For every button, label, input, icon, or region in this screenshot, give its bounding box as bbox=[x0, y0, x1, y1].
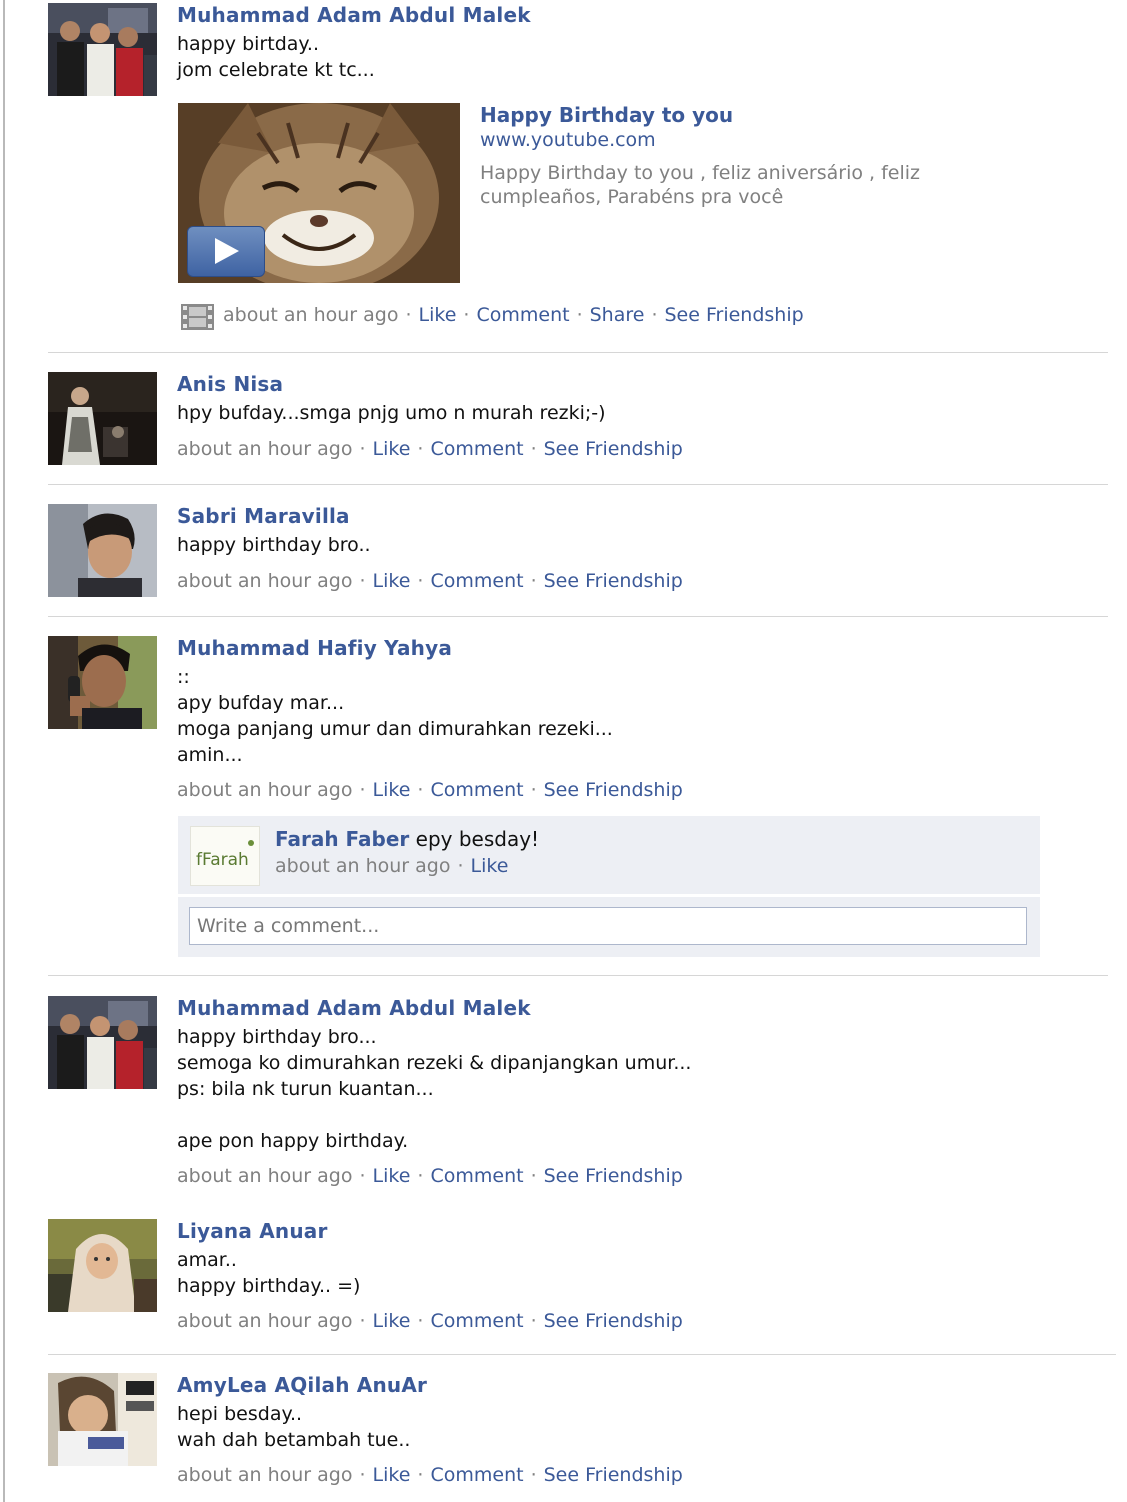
link-preview-title[interactable]: Happy Birthday to you bbox=[480, 103, 733, 127]
comment-link[interactable]: Comment bbox=[430, 1165, 523, 1187]
post-timestamp: about an hour ago bbox=[177, 1310, 353, 1332]
post-author-name[interactable]: Liyana Anuar bbox=[177, 1219, 328, 1243]
comment-body: Farah Faber epy besday! bbox=[275, 827, 539, 851]
post-divider bbox=[48, 616, 1108, 617]
link-preview-description: Happy Birthday to you , feliz aniversári… bbox=[480, 162, 921, 184]
comment-author-name[interactable]: Farah Faber bbox=[275, 827, 409, 851]
post-divider bbox=[48, 352, 1108, 353]
post-divider bbox=[48, 1354, 1116, 1355]
post-divider bbox=[48, 484, 1108, 485]
post-meta: about an hour ago · Like · Comment · Share · See… bbox=[223, 304, 804, 326]
post-meta: about an hour ago · Like · Comment · See Frien… bbox=[177, 779, 683, 801]
post-text-line: happy birthday bro... bbox=[177, 1026, 377, 1048]
video-thumbnail[interactable] bbox=[178, 103, 460, 283]
post-meta: about an hour ago · Like · Comment · See Frien… bbox=[177, 1310, 683, 1332]
comment-input[interactable] bbox=[189, 907, 1027, 945]
like-link[interactable]: Like bbox=[373, 1165, 411, 1187]
post-timestamp: about an hour ago bbox=[177, 438, 353, 460]
post-meta: about an hour ago · Like · Comment · See Frien… bbox=[177, 1464, 683, 1486]
post-timestamp: about an hour ago bbox=[177, 1464, 353, 1486]
see-friendship-link[interactable]: See Friendship bbox=[544, 1464, 683, 1486]
post-text-line: amar.. bbox=[177, 1249, 237, 1271]
play-button[interactable] bbox=[187, 226, 265, 277]
svg-text:fFarah: fFarah bbox=[196, 850, 249, 870]
like-link[interactable]: Like bbox=[373, 1310, 411, 1332]
post-text-line: moga panjang umur dan dimurahkan rezeki.… bbox=[177, 718, 613, 740]
post-text-line: happy birthday.. =) bbox=[177, 1275, 361, 1297]
comment-link[interactable]: Comment bbox=[430, 438, 523, 460]
post-author-name[interactable]: AmyLea AQilah AnuAr bbox=[177, 1373, 427, 1397]
avatar[interactable] bbox=[48, 996, 157, 1089]
post-text-line: hpy bufday...smga pnjg umo n murah rezki… bbox=[177, 402, 606, 424]
post-text-line: happy birthday bro.. bbox=[177, 534, 371, 556]
post-meta: about an hour ago · Like · Comment · See Frien… bbox=[177, 438, 683, 460]
see-friendship-link[interactable]: See Friendship bbox=[665, 304, 804, 326]
post-timestamp: about an hour ago bbox=[177, 779, 353, 801]
post-text-line: semoga ko dimurahkan rezeki & dipanjangk… bbox=[177, 1052, 692, 1074]
comment-text: epy besday! bbox=[415, 827, 540, 851]
post-text-line: happy birtday.. bbox=[177, 33, 320, 55]
share-link[interactable]: Share bbox=[590, 304, 645, 326]
left-border bbox=[3, 0, 5, 1502]
link-preview-description: cumpleaños, Parabéns pra você bbox=[480, 186, 784, 208]
comment-timestamp: about an hour ago bbox=[275, 855, 451, 877]
comment-avatar[interactable]: fFarah bbox=[190, 826, 260, 886]
comment-link[interactable]: Comment bbox=[430, 779, 523, 801]
post-text-line: apy bufday mar... bbox=[177, 692, 345, 714]
see-friendship-link[interactable]: See Friendship bbox=[544, 438, 683, 460]
like-link[interactable]: Like bbox=[373, 570, 411, 592]
post-author-name[interactable]: Anis Nisa bbox=[177, 372, 283, 396]
post-author-name[interactable]: Muhammad Hafiy Yahya bbox=[177, 636, 452, 660]
post-text-line: ps: bila nk turun kuantan... bbox=[177, 1078, 434, 1100]
post-author-name[interactable]: Muhammad Adam Abdul Malek bbox=[177, 996, 531, 1020]
post-timestamp: about an hour ago bbox=[223, 304, 399, 326]
link-preview-domain[interactable]: www.youtube.com bbox=[480, 129, 656, 151]
comment-like-link[interactable]: Like bbox=[471, 855, 509, 877]
see-friendship-link[interactable]: See Friendship bbox=[544, 1310, 683, 1332]
post-meta: about an hour ago · Like · Comment · See Frien… bbox=[177, 1165, 683, 1187]
post-timestamp: about an hour ago bbox=[177, 570, 353, 592]
see-friendship-link[interactable]: See Friendship bbox=[544, 1165, 683, 1187]
post-author-name[interactable]: Sabri Maravilla bbox=[177, 504, 350, 528]
avatar[interactable] bbox=[48, 504, 157, 597]
like-link[interactable]: Like bbox=[373, 1464, 411, 1486]
see-friendship-link[interactable]: See Friendship bbox=[544, 570, 683, 592]
avatar[interactable] bbox=[48, 1373, 157, 1466]
avatar[interactable] bbox=[48, 372, 157, 465]
like-link[interactable]: Like bbox=[373, 779, 411, 801]
post-text-line: wah dah betambah tue.. bbox=[177, 1429, 411, 1451]
post-author-name[interactable]: Muhammad Adam Abdul Malek bbox=[177, 3, 531, 27]
play-icon bbox=[215, 238, 239, 264]
comment-link[interactable]: Comment bbox=[476, 304, 569, 326]
avatar[interactable] bbox=[48, 3, 157, 96]
like-link[interactable]: Like bbox=[419, 304, 457, 326]
post-text-line: hepi besday.. bbox=[177, 1403, 303, 1425]
like-link[interactable]: Like bbox=[373, 438, 411, 460]
see-friendship-link[interactable]: See Friendship bbox=[544, 779, 683, 801]
avatar[interactable] bbox=[48, 1219, 157, 1312]
avatar[interactable] bbox=[48, 636, 157, 729]
post-text-line: jom celebrate kt tc... bbox=[177, 59, 375, 81]
comment-link[interactable]: Comment bbox=[430, 570, 523, 592]
video-icon bbox=[181, 304, 214, 330]
post-timestamp: about an hour ago bbox=[177, 1165, 353, 1187]
comment-link[interactable]: Comment bbox=[430, 1310, 523, 1332]
comment-link[interactable]: Comment bbox=[430, 1464, 523, 1486]
post-text-line: :: bbox=[177, 666, 190, 688]
post-text-line: amin... bbox=[177, 744, 243, 766]
post-meta: about an hour ago · Like · Comment · See Frien… bbox=[177, 570, 683, 592]
post-text-line: ape pon happy birthday. bbox=[177, 1130, 409, 1152]
comment-meta: about an hour ago · Like bbox=[275, 855, 509, 877]
post-divider bbox=[48, 975, 1108, 976]
